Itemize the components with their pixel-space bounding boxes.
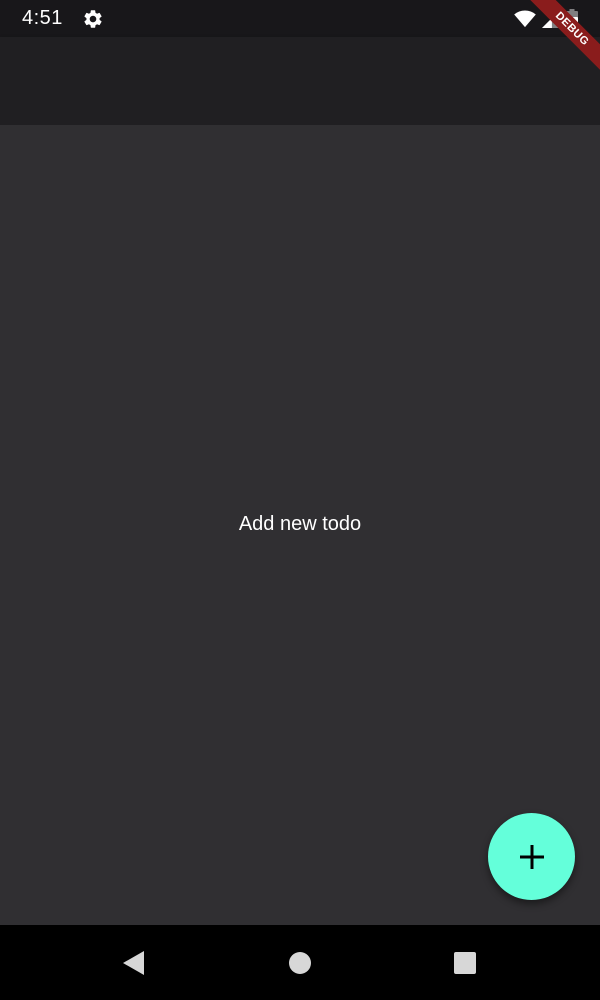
recents-icon[interactable] <box>451 949 479 977</box>
cell-signal-icon <box>542 10 560 28</box>
add-todo-button[interactable] <box>488 813 575 900</box>
home-icon[interactable] <box>286 949 314 977</box>
status-icons <box>514 9 578 29</box>
status-bar: 4:51 <box>0 0 600 37</box>
app-bar <box>0 37 600 125</box>
plus-icon <box>519 844 544 869</box>
back-icon[interactable] <box>120 949 148 977</box>
empty-state-message: Add new todo <box>238 513 362 535</box>
battery-icon <box>566 9 578 29</box>
wifi-icon <box>514 10 536 28</box>
app-screen: 4:51 Add new todo DEBUG <box>0 0 600 1000</box>
system-nav-bar <box>0 925 600 1000</box>
status-time: 4:51 <box>22 7 63 29</box>
settings-gear-icon <box>84 10 102 28</box>
